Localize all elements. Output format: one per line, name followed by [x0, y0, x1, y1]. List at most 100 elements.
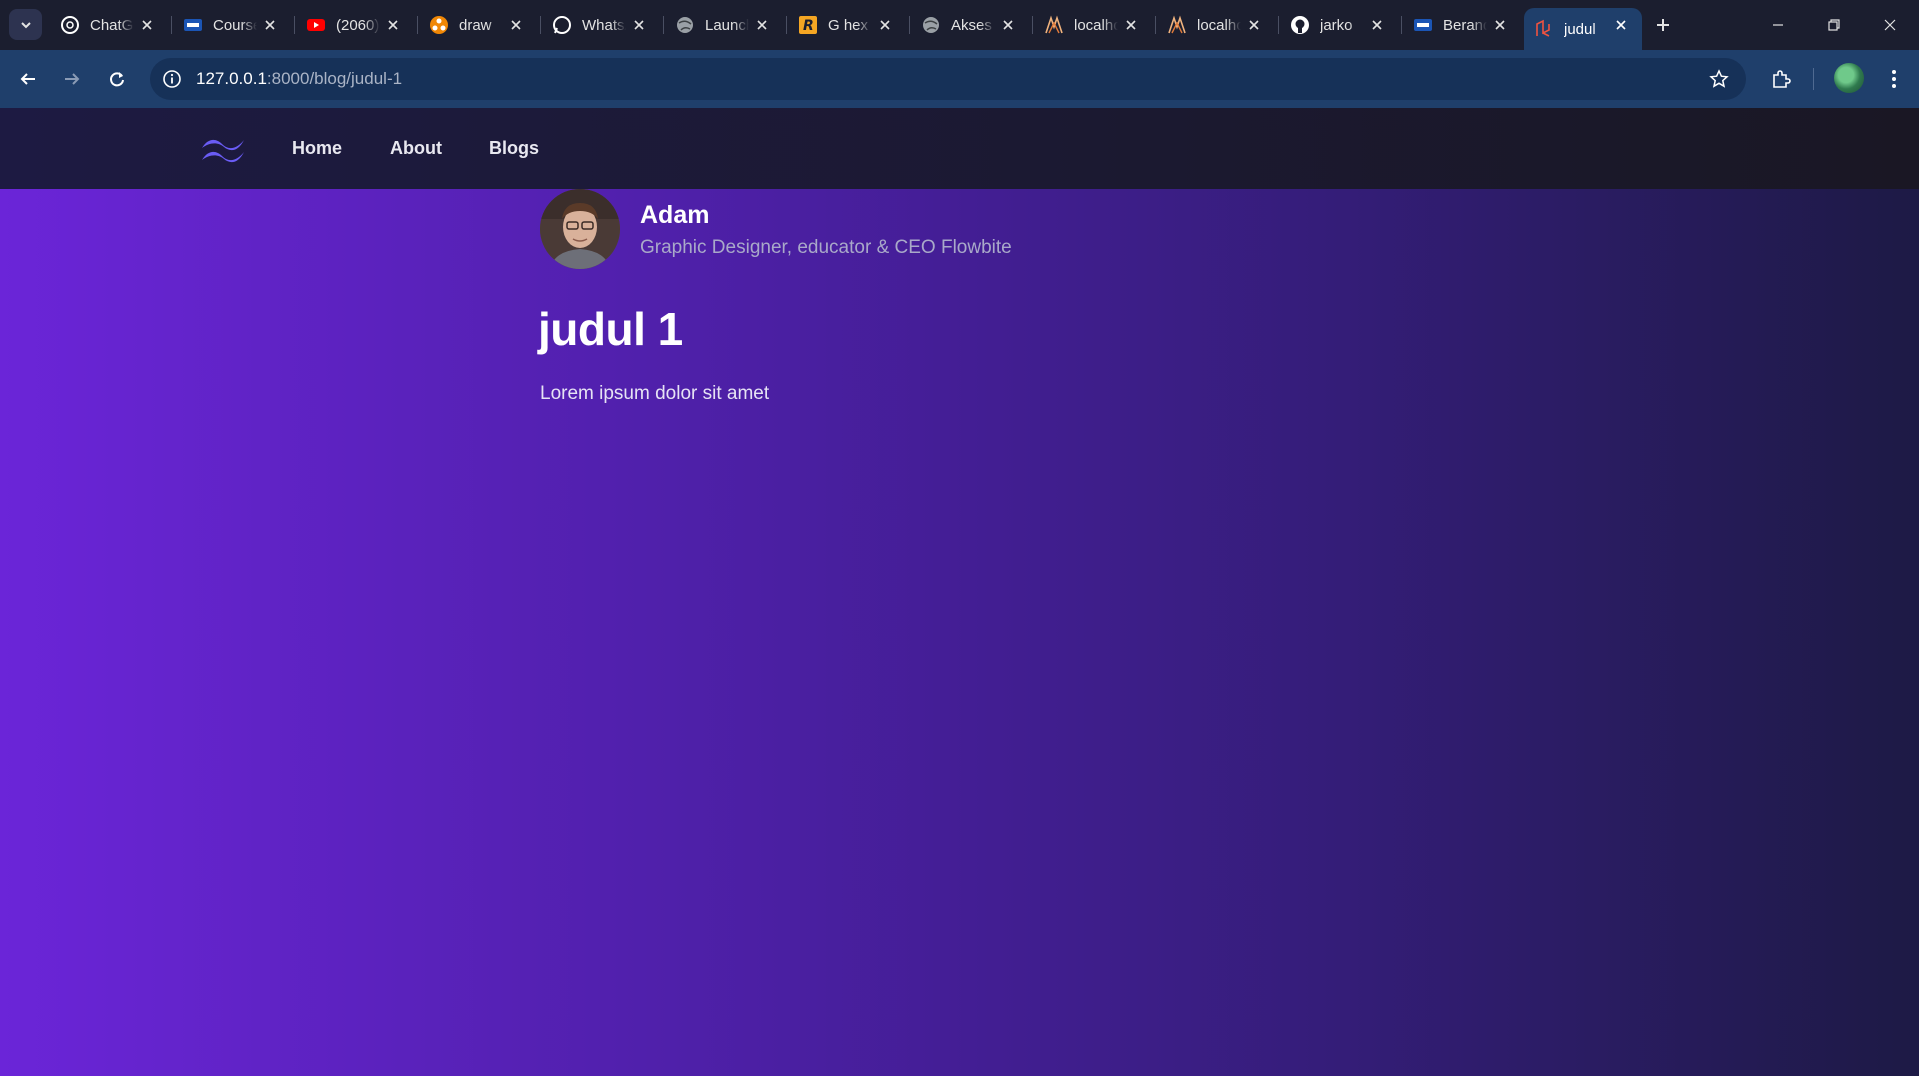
tab-separator — [1401, 16, 1402, 34]
tab-separator — [663, 16, 664, 34]
browser-tab-strip: ChatGPT Courses (2060) draw WhatsApp Lau… — [0, 0, 1919, 50]
its-icon — [183, 15, 203, 35]
tab-separator — [1278, 16, 1279, 34]
profile-avatar[interactable] — [1834, 63, 1864, 93]
tab-title: localhost — [1074, 16, 1118, 34]
menu-button[interactable] — [1879, 64, 1909, 94]
close-icon[interactable] — [1122, 16, 1140, 34]
chatgpt-icon — [60, 15, 80, 35]
close-icon[interactable] — [876, 16, 894, 34]
close-icon[interactable] — [1368, 16, 1386, 34]
new-tab-button[interactable] — [1650, 12, 1676, 38]
laravel-icon — [1044, 15, 1064, 35]
tab-title: localhost — [1197, 16, 1241, 34]
browser-tab[interactable]: localhost — [1157, 8, 1275, 42]
close-icon[interactable] — [630, 16, 648, 34]
chevron-down-icon — [20, 21, 31, 28]
browser-tab-active[interactable]: judul — [1524, 8, 1642, 50]
tab-separator — [1032, 16, 1033, 34]
r-icon: R — [798, 15, 818, 35]
url-text[interactable]: 127.0.0.1:8000/blog/judul-1 — [196, 69, 402, 89]
browser-tab[interactable]: Courses — [173, 8, 291, 42]
url-host: 127.0.0.1 — [196, 69, 267, 88]
browser-tab[interactable]: WhatsApp — [542, 8, 660, 42]
browser-tab[interactable]: R G hex — [788, 8, 906, 42]
whatsapp-icon — [552, 15, 572, 35]
puzzle-icon — [1773, 70, 1791, 88]
tab-separator — [417, 16, 418, 34]
svg-text:R: R — [803, 18, 814, 34]
browser-tab[interactable]: Beranda — [1403, 8, 1521, 42]
close-window-button[interactable] — [1862, 0, 1918, 50]
close-icon[interactable] — [753, 16, 771, 34]
tab-separator — [1155, 16, 1156, 34]
tab-title: Beranda — [1443, 16, 1487, 34]
close-icon[interactable] — [384, 16, 402, 34]
web-page: Home About Blogs Adam Graphic Designer, … — [0, 108, 1919, 1076]
github-icon — [1290, 15, 1310, 35]
close-icon[interactable] — [138, 16, 156, 34]
browser-tab[interactable]: (2060) — [296, 8, 414, 42]
laravel-icon — [1167, 15, 1187, 35]
author-name: Adam — [640, 201, 710, 229]
close-icon[interactable] — [999, 16, 1017, 34]
tab-separator — [786, 16, 787, 34]
tab-title: ChatGPT — [90, 16, 134, 34]
arrow-right-icon — [65, 73, 80, 85]
arrow-left-icon — [20, 73, 35, 85]
close-icon[interactable] — [1612, 16, 1630, 34]
globe-icon — [675, 15, 695, 35]
back-button[interactable] — [13, 64, 43, 94]
close-icon[interactable] — [507, 16, 525, 34]
author-role: Graphic Designer, educator & CEO Flowbit… — [640, 237, 1012, 258]
tab-title: WhatsApp — [582, 16, 626, 34]
plus-icon — [1657, 19, 1669, 31]
tab-separator — [540, 16, 541, 34]
avatar — [540, 189, 620, 269]
laravel-icon — [1534, 19, 1554, 39]
close-icon[interactable] — [261, 16, 279, 34]
forward-button[interactable] — [57, 64, 87, 94]
its-icon — [1413, 15, 1433, 35]
globe-icon — [921, 15, 941, 35]
reload-icon — [110, 72, 124, 87]
post-title: judul 1 — [538, 303, 683, 355]
drawio-icon — [429, 15, 449, 35]
toolbar-separator — [1813, 68, 1814, 90]
browser-tab[interactable]: jarko — [1280, 8, 1398, 42]
browser-tab[interactable]: ChatGPT — [50, 8, 168, 42]
browser-tab[interactable]: Akses — [911, 8, 1029, 42]
address-bar[interactable]: 127.0.0.1:8000/blog/judul-1 — [150, 58, 1746, 100]
browser-tab[interactable]: draw — [419, 8, 537, 42]
tailwind-logo-icon[interactable] — [200, 134, 246, 164]
tab-separator — [171, 16, 172, 34]
tab-title: G hex — [828, 16, 869, 34]
close-icon[interactable] — [1491, 16, 1509, 34]
minimize-button[interactable] — [1750, 0, 1806, 50]
browser-tab[interactable]: localhost — [1034, 8, 1152, 42]
minimize-icon — [1773, 24, 1783, 26]
url-path: :8000/blog/judul-1 — [266, 69, 403, 88]
kebab-menu-icon — [1892, 70, 1896, 88]
tab-title: Launch — [705, 16, 749, 34]
tab-title: Courses — [213, 16, 257, 34]
post-body: Lorem ipsum dolor sit amet — [540, 383, 770, 404]
restore-icon — [1828, 19, 1840, 31]
tab-search-button[interactable] — [9, 9, 42, 40]
site-info-icon[interactable] — [160, 67, 184, 91]
close-icon — [1884, 19, 1896, 31]
tab-separator — [294, 16, 295, 34]
nav-link-about[interactable]: About — [390, 138, 442, 159]
nav-link-blogs[interactable]: Blogs — [489, 138, 539, 159]
tab-title: jarko — [1320, 16, 1353, 34]
close-icon[interactable] — [1245, 16, 1263, 34]
nav-link-home[interactable]: Home — [292, 138, 342, 159]
extensions-button[interactable] — [1766, 64, 1796, 94]
restore-button[interactable] — [1806, 0, 1862, 50]
tab-title: (2060) — [336, 16, 380, 34]
reload-button[interactable] — [102, 64, 132, 94]
tab-title: judul — [1564, 20, 1596, 38]
browser-tab[interactable]: Launch — [665, 8, 783, 42]
bookmark-star-icon[interactable] — [1708, 68, 1730, 90]
browser-toolbar: 127.0.0.1:8000/blog/judul-1 — [0, 50, 1919, 108]
